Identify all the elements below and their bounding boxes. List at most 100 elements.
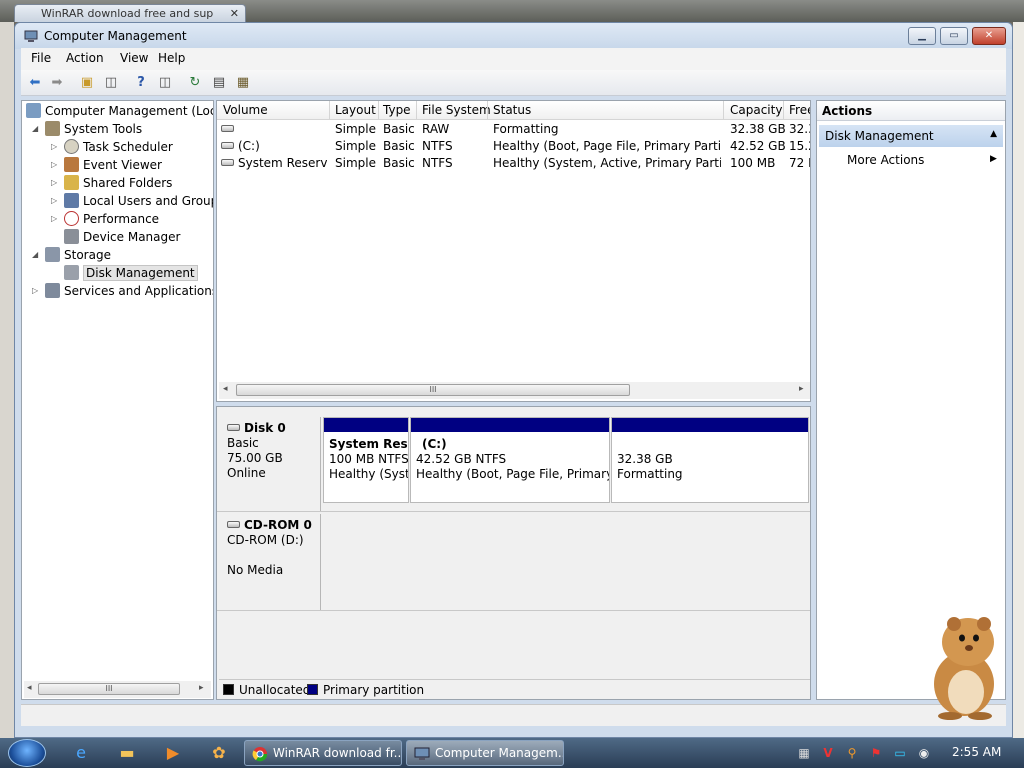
collapse-arrow-icon[interactable]: ◢ (32, 120, 38, 138)
tree-item-storage[interactable]: Storage (45, 246, 111, 264)
menu-action[interactable]: Action (66, 51, 104, 65)
more-actions-link[interactable]: More Actions (847, 153, 924, 167)
internet-explorer-icon[interactable]: e (70, 743, 92, 763)
help-icon[interactable]: ? (131, 73, 151, 93)
search-tray-icon[interactable]: ⚲ (844, 745, 860, 761)
properties-icon[interactable]: ▤ (209, 73, 229, 93)
column-divider[interactable] (416, 101, 417, 120)
expand-arrow-icon[interactable]: ▷ (51, 192, 57, 210)
partition-c[interactable]: (C:) 42.52 GB NTFS Healthy (Boot, Page F… (410, 417, 610, 503)
taskbar-item-browser[interactable]: WinRAR download fr... (244, 740, 402, 766)
column-divider[interactable] (783, 101, 784, 120)
back-arrow-icon[interactable]: ⬅ (25, 73, 45, 93)
tree-item-system-tools[interactable]: System Tools (45, 120, 142, 138)
taskbar-item-computer-management[interactable]: Computer Managem... (406, 740, 564, 766)
scroll-right-icon[interactable]: ▸ (199, 683, 204, 693)
close-button[interactable]: ✕ (972, 27, 1006, 45)
column-type[interactable]: Type (383, 103, 411, 117)
drive-icon (221, 125, 234, 132)
table-row[interactable]: Simple Basic RAW Formatting 32.38 GB 32.… (217, 121, 810, 138)
tree-item-task-scheduler[interactable]: Task Scheduler (64, 138, 173, 156)
tree-item-computer-management[interactable]: Computer Management (Local (26, 102, 213, 120)
partition-formatting[interactable]: 32.38 GB Formatting (611, 417, 809, 503)
scroll-grip-icon: III (105, 684, 113, 693)
collapse-arrow-icon[interactable]: ◢ (32, 246, 38, 264)
network-tray-icon[interactable]: ▦ (796, 745, 812, 761)
background-browser-tab[interactable]: WinRAR download free and sup ✕ (14, 4, 246, 22)
column-divider[interactable] (378, 101, 379, 120)
column-layout[interactable]: Layout (335, 103, 376, 117)
antivirus-tray-icon[interactable]: V (820, 745, 836, 761)
disk-type: Basic (227, 436, 259, 450)
column-volume[interactable]: Volume (223, 103, 268, 117)
capacity-cell: 100 MB (730, 156, 776, 170)
show-hide-console-tree-icon[interactable]: ◫ (101, 73, 121, 93)
scroll-left-icon[interactable]: ◂ (27, 683, 32, 693)
volume-tray-icon[interactable]: ◉ (916, 745, 932, 761)
explorer-folder-icon[interactable]: ▬ (116, 743, 138, 763)
tree-item-local-users-groups[interactable]: Local Users and Groups (64, 192, 213, 210)
expand-arrow-icon[interactable]: ▷ (32, 282, 38, 300)
display-tray-icon[interactable]: ▭ (892, 745, 908, 761)
column-divider[interactable] (723, 101, 724, 120)
tree-horizontal-scrollbar[interactable]: ◂ III ▸ (24, 681, 211, 698)
partition-system-reserved[interactable]: System Rese 100 MB NTFS Healthy (Syste (323, 417, 409, 503)
table-row[interactable]: (C:) Simple Basic NTFS Healthy (Boot, Pa… (217, 138, 810, 155)
disk-0-label[interactable]: Disk 0 Basic 75.00 GB Online (217, 417, 321, 511)
cdrom-0-label[interactable]: CD-ROM 0 CD-ROM (D:) No Media (217, 514, 321, 610)
maximize-button[interactable]: ▭ (940, 27, 968, 45)
show-hide-action-pane-icon[interactable]: ◫ (155, 73, 175, 93)
media-player-icon[interactable]: ▶ (162, 743, 184, 763)
minimize-button[interactable]: ▁ (908, 27, 936, 45)
tree-item-shared-folders[interactable]: Shared Folders (64, 174, 172, 192)
expand-arrow-icon[interactable]: ▷ (51, 210, 57, 228)
layout-cell: Simple (335, 122, 376, 136)
scroll-thumb[interactable]: III (38, 683, 180, 695)
submenu-arrow-icon[interactable]: ▶ (990, 154, 997, 164)
table-row[interactable]: System Reserved Simple Basic NTFS Health… (217, 155, 810, 172)
tree-item-services-applications[interactable]: Services and Applications (45, 282, 213, 300)
tree-item-device-manager[interactable]: Device Manager (64, 228, 180, 246)
expand-arrow-icon[interactable]: ▷ (51, 156, 57, 174)
title-bar[interactable]: Computer Management ▁ ▭ ✕ (15, 23, 1012, 49)
scroll-left-icon[interactable]: ◂ (223, 384, 228, 394)
tree-item-disk-management[interactable]: Disk Management (64, 264, 198, 282)
forward-arrow-icon[interactable]: ➡ (47, 73, 67, 93)
menu-view[interactable]: View (120, 51, 148, 65)
volume-horizontal-scrollbar[interactable]: ◂ III ▸ (219, 382, 810, 399)
expand-arrow-icon[interactable]: ▷ (51, 138, 57, 156)
disk-icon (227, 424, 240, 431)
up-folder-icon[interactable]: ▣ (77, 73, 97, 93)
actions-section-disk-management[interactable]: Disk Management ▲ (819, 125, 1003, 147)
partition-name: (C:) (422, 437, 447, 451)
clock[interactable]: 2:55 AM (952, 745, 1001, 759)
column-file-system[interactable]: File System (422, 103, 491, 117)
paint-icon[interactable]: ✿ (208, 743, 230, 763)
menu-file[interactable]: File (31, 51, 51, 65)
free-cell: 15.27 (789, 139, 810, 153)
legend-unallocated: Unallocated (239, 683, 311, 697)
column-free[interactable]: Free (789, 103, 810, 117)
disk-name: CD-ROM 0 (244, 518, 312, 532)
start-button[interactable] (8, 739, 46, 767)
flag-tray-icon[interactable]: ⚑ (868, 745, 884, 761)
column-capacity[interactable]: Capacity (730, 103, 782, 117)
refresh-icon[interactable]: ↻ (185, 73, 205, 93)
scroll-thumb[interactable]: III (236, 384, 630, 396)
tree-item-event-viewer[interactable]: Event Viewer (64, 156, 162, 174)
collapse-caret-icon[interactable]: ▲ (990, 129, 997, 139)
event-viewer-icon (64, 157, 79, 172)
export-list-icon[interactable]: ▦ (233, 73, 253, 93)
column-divider[interactable] (487, 101, 488, 120)
disk-type: CD-ROM (D:) (227, 533, 304, 547)
status-bar (21, 704, 1006, 726)
scroll-right-icon[interactable]: ▸ (799, 384, 804, 394)
menu-help[interactable]: Help (158, 51, 185, 65)
volume-list: Volume Layout Type File System Status Ca… (216, 100, 811, 402)
tree-item-performance[interactable]: Performance (64, 210, 159, 228)
column-status[interactable]: Status (493, 103, 531, 117)
column-divider[interactable] (329, 101, 330, 120)
volume-list-header: Volume Layout Type File System Status Ca… (217, 101, 810, 120)
expand-arrow-icon[interactable]: ▷ (51, 174, 57, 192)
close-icon[interactable]: ✕ (230, 7, 239, 20)
